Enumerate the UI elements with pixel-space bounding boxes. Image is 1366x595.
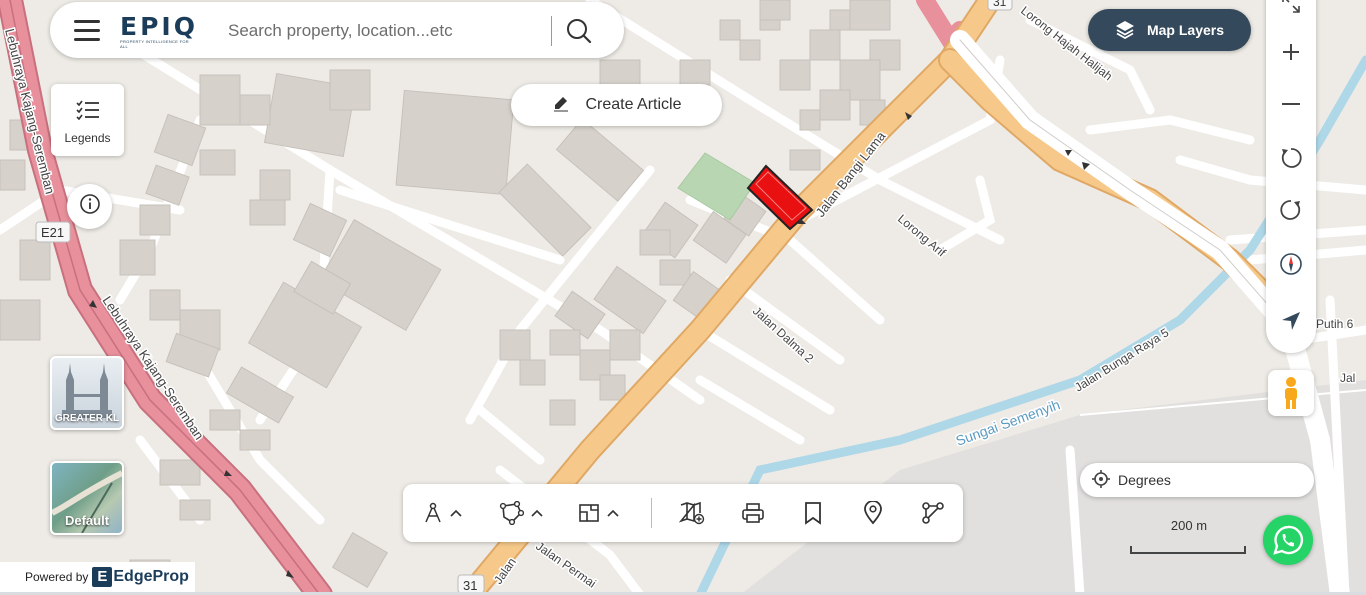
map-layers-label: Map Layers <box>1146 22 1225 38</box>
greater-kl-tile[interactable]: GREATER KL <box>50 356 124 430</box>
search-bar: EPIQ PROPERTY INTELLIGENCE FOR ALL <box>50 2 624 58</box>
compass-button[interactable] <box>1266 244 1316 284</box>
add-map-button[interactable] <box>679 498 705 528</box>
map-layers-button[interactable]: Map Layers <box>1088 9 1251 51</box>
greater-kl-label: GREATER KL <box>54 413 120 424</box>
degrees-toggle[interactable]: Degrees <box>1080 463 1314 497</box>
polygon-tool-button[interactable] <box>498 498 544 528</box>
polygon-icon <box>499 501 524 525</box>
minus-icon <box>1282 103 1300 105</box>
rotate-left-icon <box>1281 148 1302 168</box>
chevron-up-icon <box>531 509 543 517</box>
powered-by-label: Powered by <box>25 570 89 584</box>
map-label-jalan-right: Jal <box>1340 371 1355 385</box>
powered-by: Powered by E EdgeProp <box>0 562 195 592</box>
scale-bar: 200 m <box>1130 518 1248 558</box>
toolbar-divider <box>651 498 652 528</box>
map-plus-icon <box>679 501 705 525</box>
measure-tool-button[interactable] <box>423 498 463 528</box>
map-label-e21: E21 <box>41 225 64 240</box>
floorplan-icon <box>579 504 599 522</box>
basemap-label: Default <box>64 513 110 528</box>
bottom-toolbar <box>403 484 963 542</box>
map-pin-icon <box>864 501 882 525</box>
plan-tool-button[interactable] <box>578 498 620 528</box>
chevron-up-icon <box>607 509 619 517</box>
edgeprop-logo-text: EdgeProp <box>113 568 189 585</box>
pencil-icon <box>551 93 571 118</box>
layers-icon <box>1115 19 1135 42</box>
zoom-in-button[interactable] <box>1266 32 1316 72</box>
fullscreen-button[interactable] <box>1266 0 1316 18</box>
logo-subtext: PROPERTY INTELLIGENCE FOR ALL <box>120 39 189 49</box>
locate-button[interactable] <box>1266 301 1316 341</box>
search-divider <box>551 16 552 46</box>
plus-icon <box>1283 44 1299 60</box>
bookmark-button[interactable] <box>803 498 823 528</box>
info-icon <box>79 193 101 220</box>
list-check-icon <box>75 100 100 125</box>
map-label-route31-top: 31 <box>993 0 1007 9</box>
whatsapp-button[interactable] <box>1263 515 1313 565</box>
search-icon[interactable] <box>565 17 593 45</box>
route-icon <box>922 502 944 524</box>
map-label-putih: Putih 6 <box>1316 317 1354 331</box>
rotate-right-icon <box>1280 200 1301 220</box>
logo-text: EPIQ <box>120 12 198 41</box>
edgeprop-logo-mark: E <box>92 567 113 587</box>
whatsapp-icon <box>1273 525 1304 555</box>
bookmark-icon <box>805 502 821 525</box>
map-controls <box>1266 0 1316 353</box>
crosshair-icon <box>1092 469 1110 491</box>
info-button[interactable] <box>67 184 112 229</box>
navigation-arrow-icon <box>1282 312 1300 330</box>
degrees-label: Degrees <box>1118 472 1171 488</box>
compass-divider-icon <box>425 502 441 523</box>
create-article-button[interactable]: Create Article <box>511 84 722 126</box>
create-article-label: Create Article <box>585 96 682 113</box>
epiq-logo[interactable]: EPIQ PROPERTY INTELLIGENCE FOR ALL <box>120 12 198 49</box>
zoom-out-button[interactable] <box>1266 84 1316 124</box>
pegman-icon <box>1285 377 1297 409</box>
scale-line <box>1130 546 1246 554</box>
map-label-route31-bottom: 31 <box>463 578 477 593</box>
edgeprop-logo[interactable]: E EdgeProp <box>92 567 189 587</box>
scale-label: 200 m <box>1170 518 1208 533</box>
legends-button[interactable]: Legends <box>51 84 124 156</box>
rotate-right-button[interactable] <box>1266 190 1316 230</box>
rotate-left-button[interactable] <box>1266 138 1316 178</box>
basemap-default-tile[interactable]: Default <box>50 461 124 535</box>
print-button[interactable] <box>741 498 765 528</box>
expand-icon <box>1282 0 1300 13</box>
chevron-up-icon <box>450 509 462 517</box>
legends-label: Legends <box>64 131 111 145</box>
route-button[interactable] <box>921 498 945 528</box>
search-input[interactable] <box>228 16 548 46</box>
compass-icon <box>1280 253 1302 275</box>
pin-button[interactable] <box>863 498 883 528</box>
printer-icon <box>742 503 764 523</box>
street-view-button[interactable] <box>1268 370 1314 416</box>
hamburger-icon[interactable] <box>74 20 100 42</box>
